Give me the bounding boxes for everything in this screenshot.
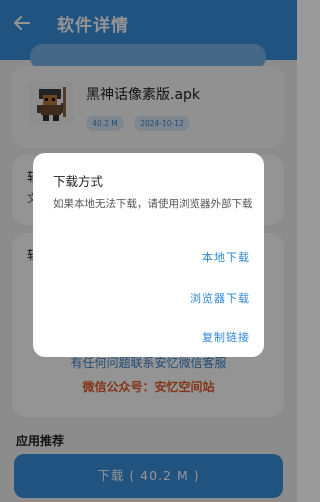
browser-download-option[interactable]: 浏览器下载 (190, 290, 250, 306)
dialog-message: 如果本地无法下载，请使用浏览器外部下载 (53, 198, 253, 210)
download-method-dialog: 下载方式 如果本地无法下载，请使用浏览器外部下载 本地下载 浏览器下载 复制链接 (33, 153, 264, 357)
copy-link-option[interactable]: 复制链接 (202, 329, 250, 345)
dialog-title: 下载方式 (53, 174, 104, 189)
local-download-option[interactable]: 本地下载 (202, 249, 250, 265)
